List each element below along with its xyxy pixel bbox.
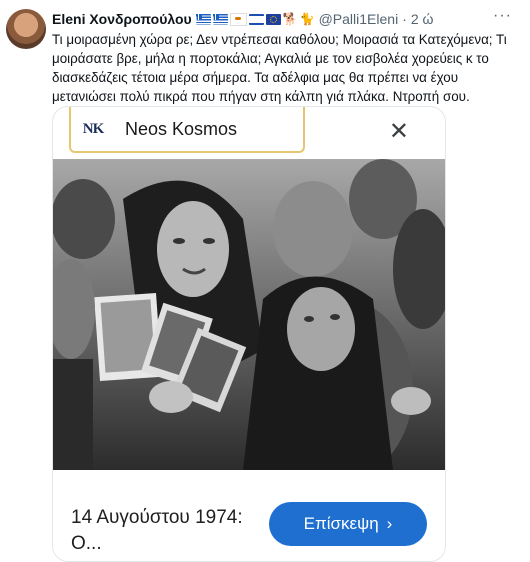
visit-button-label: Επίσκεψη: [303, 514, 379, 533]
more-icon[interactable]: ···: [493, 7, 512, 25]
source-name: Neos Kosmos: [125, 118, 238, 139]
tweet-header: Eleni Χονδροπούλου 🐕 🐈 @Palli1Eleni · 2 …: [52, 7, 520, 29]
eu-flag-icon: [265, 13, 281, 25]
card-title[interactable]: 14 Αυγούστου 1974: Ο...: [71, 505, 261, 557]
link-preview-card[interactable]: NK Neos Kosmos ✕ 14 Αυγούστου 1974: Ο...…: [52, 106, 446, 562]
israel-flag-icon: [248, 13, 264, 25]
tweet-timestamp[interactable]: 2 ώ: [411, 11, 434, 27]
greek-flag-icon: [195, 13, 211, 25]
close-icon[interactable]: ✕: [389, 117, 409, 146]
author-avatar[interactable]: [6, 9, 46, 49]
name-decorations: 🐕 🐈: [195, 11, 315, 26]
greek-flag-icon: [212, 13, 228, 25]
cyprus-flag-icon: [229, 12, 247, 26]
photo-illustration: [53, 159, 445, 470]
author-handle[interactable]: @Palli1Eleni: [319, 11, 399, 27]
source-header: NK Neos Kosmos: [69, 107, 305, 153]
separator-dot: ·: [402, 11, 407, 27]
preview-image[interactable]: [53, 159, 445, 470]
source-logo: NK: [82, 120, 105, 137]
cat-emoji-icon: 🐈: [299, 11, 315, 26]
tweet-text: Τι μοιρασμένη χώρα ρε; Δεν ντρέπεσαι καθ…: [52, 32, 507, 104]
chevron-right-icon: ›: [386, 514, 393, 533]
visit-button[interactable]: Επίσκεψη ›: [269, 502, 427, 546]
author-name[interactable]: Eleni Χονδροπούλου: [52, 11, 192, 27]
dog-emoji-icon: 🐕: [282, 11, 298, 26]
